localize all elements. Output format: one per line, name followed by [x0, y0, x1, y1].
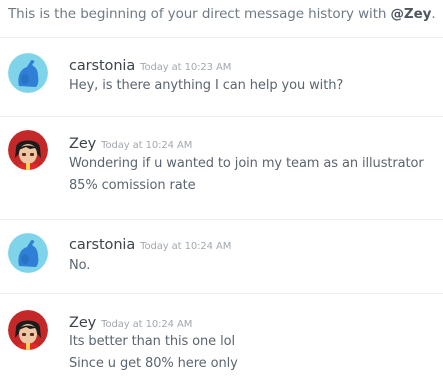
avatar[interactable]: [8, 310, 48, 350]
username[interactable]: Zey: [69, 136, 96, 152]
intro-suffix: .: [431, 6, 436, 22]
blue-blob-avatar-icon: [8, 233, 48, 273]
anime-character-avatar-icon: [8, 310, 48, 350]
message-group: carstonia Today at 10:24 AM No.: [0, 220, 443, 293]
message-text: Hey, is there anything I can help you wi…: [69, 78, 344, 93]
intro-handle[interactable]: @Zey: [391, 6, 432, 22]
timestamp: Today at 10:24 AM: [101, 319, 193, 330]
timestamp: Today at 10:24 AM: [140, 241, 232, 252]
intro-prefix: This is the beginning of your direct mes…: [8, 6, 391, 22]
message-header: Zey Today at 10:24 AM: [69, 133, 192, 152]
message-text: Since u get 80% here only: [69, 356, 238, 371]
avatar[interactable]: [8, 233, 48, 273]
username[interactable]: carstonia: [69, 58, 135, 74]
message-group: Zey Today at 10:24 AM Wondering if u want…: [0, 117, 443, 219]
message-header: carstonia Today at 10:24 AM: [69, 234, 231, 253]
timestamp: Today at 10:24 AM: [101, 140, 193, 151]
avatar[interactable]: [8, 130, 48, 170]
username[interactable]: Zey: [69, 315, 96, 331]
message-text: Its better than this one lol: [69, 334, 235, 349]
message-text: No.: [69, 258, 91, 273]
message-text: 85% comission rate: [69, 178, 196, 193]
timestamp: Today at 10:23 AM: [140, 62, 232, 73]
anime-character-avatar-icon: [8, 130, 48, 170]
username[interactable]: carstonia: [69, 237, 135, 253]
message-group: carstonia Today at 10:23 AM Hey, is there…: [0, 38, 443, 116]
blue-blob-avatar-icon: [8, 53, 48, 93]
avatar[interactable]: [8, 53, 48, 93]
dm-intro: This is the beginning of your direct mes…: [8, 6, 436, 22]
message-group: Zey Today at 10:24 AM Its better than thi…: [0, 294, 443, 392]
message-header: Zey Today at 10:24 AM: [69, 312, 192, 331]
message-header: carstonia Today at 10:23 AM: [69, 55, 231, 74]
message-text: Wondering if u wanted to join my team as…: [69, 156, 424, 171]
